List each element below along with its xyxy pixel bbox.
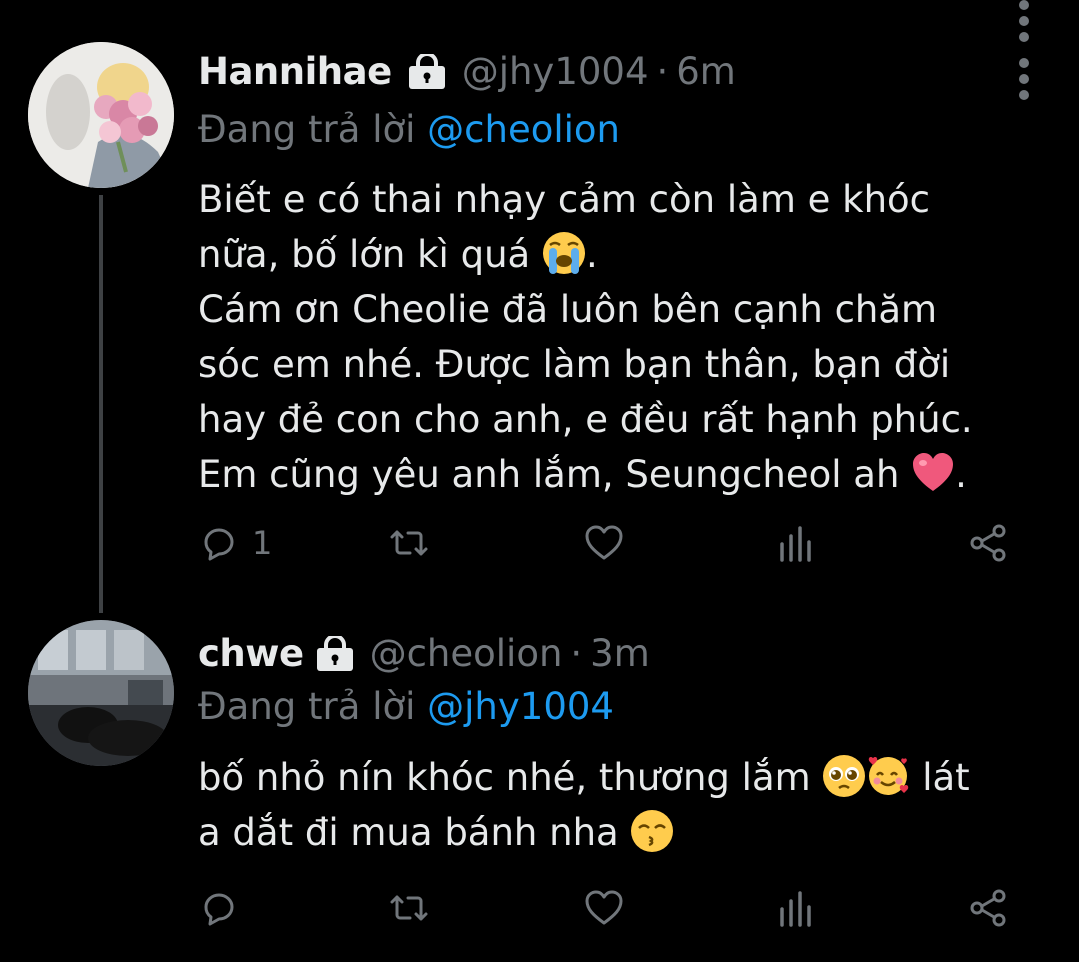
tweet-header: chwe @cheolion · 3m [198, 632, 650, 675]
tweet-text: Biết e có thai nhạy cảm còn làm e khóc n… [198, 172, 1048, 502]
tweet-1[interactable]: Hannihae @jhy1004 · 6m Đang trả lời @che… [0, 0, 1079, 613]
user-handle[interactable]: @cheolion [370, 632, 563, 675]
user-handle[interactable]: @jhy1004 [462, 50, 649, 93]
tweet-text: bố nhỏ nín khóc nhé, thương lắm lát a dắ… [198, 750, 1048, 860]
text-segment: a dắt đi mua bánh nha [198, 811, 631, 854]
avatar[interactable] [28, 620, 174, 766]
display-name[interactable]: chwe [198, 632, 304, 675]
bar-chart-icon [780, 526, 811, 562]
replying-prefix: Đang trả lời [198, 108, 428, 151]
reply-icon [204, 893, 234, 926]
display-name[interactable]: Hannihae [198, 50, 392, 93]
text-segment: . [585, 233, 598, 276]
tweet-actions: 1 [198, 522, 1030, 572]
replying-to: Đang trả lời @cheolion [198, 108, 620, 151]
kissing-face-with-smiling-eyes-icon [630, 809, 674, 853]
retweet-button[interactable] [388, 887, 430, 929]
text-segment: . [955, 453, 967, 496]
red-heart-icon [911, 451, 955, 495]
reply-icon [204, 528, 234, 561]
text-line: hay đẻ con cho anh, e đều rất hạnh phúc. [198, 398, 973, 441]
thread-line [99, 195, 103, 613]
text-segment: lát [910, 756, 970, 799]
bar-chart-icon [780, 891, 811, 927]
avatar[interactable] [28, 42, 174, 188]
text-line: Em cũng yêu anh lắm, Seungcheol ah . [198, 447, 1048, 502]
tweet-header: Hannihae @jhy1004 · 6m [198, 50, 736, 93]
views-button[interactable] [776, 887, 818, 929]
reply-button[interactable]: 1 [198, 522, 272, 564]
text-line: a dắt đi mua bánh nha [198, 805, 1048, 860]
text-line: Cám ơn Cheolie đã luôn bên cạnh chăm [198, 288, 938, 331]
text-segment: bố nhỏ nín khóc nhé, thương lắm [198, 756, 823, 799]
text-segment: Em cũng yêu anh lắm, Seungcheol ah [198, 453, 912, 496]
share-icon [970, 524, 1006, 562]
separator-dot: · [570, 632, 583, 675]
reply-count: 1 [252, 524, 273, 562]
replying-prefix: Đang trả lời [198, 685, 428, 728]
avatar-image [28, 620, 174, 766]
avatar-image [28, 42, 174, 188]
heart-icon [585, 890, 623, 925]
views-button[interactable] [776, 522, 818, 564]
text-line: Biết e có thai nhạy cảm còn làm e khóc [198, 178, 931, 221]
smiling-face-with-hearts-icon [866, 754, 910, 798]
like-button[interactable] [583, 887, 625, 929]
retweet-button[interactable] [388, 522, 430, 564]
share-button[interactable] [968, 522, 1010, 564]
heart-icon [585, 525, 623, 560]
share-button[interactable] [968, 887, 1010, 929]
share-icon [970, 889, 1006, 927]
reply-button[interactable] [198, 887, 252, 929]
more-options-icon[interactable] [1019, 0, 1031, 42]
timestamp[interactable]: 6m [676, 50, 736, 93]
text-line: nữa, bố lớn kì quá . [198, 227, 1048, 282]
text-line: bố nhỏ nín khóc nhé, thương lắm lát [198, 750, 1048, 805]
tweet-2[interactable]: chwe @cheolion · 3m Đang trả lời @jhy100… [0, 605, 1079, 962]
timestamp[interactable]: 3m [590, 632, 650, 675]
replying-mention[interactable]: @jhy1004 [427, 685, 614, 728]
loudly-crying-face-icon [542, 231, 586, 275]
retweet-icon [390, 530, 428, 556]
replying-to: Đang trả lời @jhy1004 [198, 685, 614, 728]
replying-mention[interactable]: @cheolion [427, 108, 620, 151]
like-button[interactable] [583, 522, 625, 564]
more-options-icon[interactable] [1019, 58, 1031, 100]
lock-icon [314, 633, 356, 672]
tweet-actions [198, 887, 1030, 937]
retweet-icon [390, 895, 428, 921]
pleading-face-icon [822, 754, 866, 798]
lock-icon [406, 51, 448, 90]
separator-dot: · [656, 50, 669, 93]
text-segment: nữa, bố lớn kì quá [198, 233, 542, 276]
text-line: sóc em nhé. Được làm bạn thân, bạn đời [198, 343, 951, 386]
